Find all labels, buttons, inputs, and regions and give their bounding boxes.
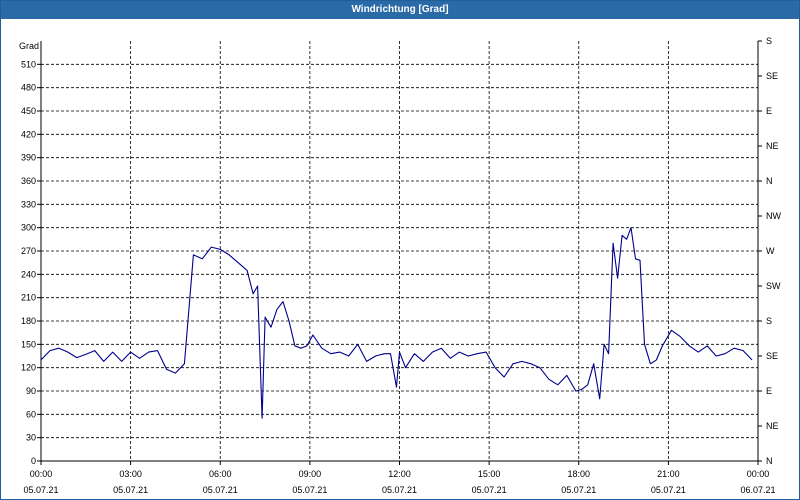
x-tick-date: 05.07.21 — [113, 485, 148, 495]
y-tick-label: 210 — [21, 293, 36, 303]
y2-tick-label: SW — [766, 281, 781, 291]
y2-tick-label: N — [766, 456, 773, 466]
y2-tick-label: NE — [766, 141, 779, 151]
y2-tick-label: SE — [766, 71, 778, 81]
y-tick-label: 390 — [21, 153, 36, 163]
y2-tick-label: SE — [766, 351, 778, 361]
y-tick-label: 450 — [21, 106, 36, 116]
window-title: Windrichtung [Grad] — [1, 1, 799, 19]
y2-tick-label: NW — [766, 211, 781, 221]
y2-tick-label: N — [766, 176, 773, 186]
wind-direction-chart: 0 30 60 90 120 150 180 210 240 270 300 330 360 390 420… — [19, 36, 781, 495]
y-tick-label: 30 — [26, 433, 36, 443]
y-tick-label: 330 — [21, 199, 36, 209]
x-tick-date: 05.07.21 — [651, 485, 686, 495]
x-tick-time: 00:00 — [30, 469, 53, 479]
y2-tick-label: W — [766, 246, 775, 256]
x-tick-time: 18:00 — [567, 469, 590, 479]
y-tick-label: 0 — [31, 456, 36, 466]
y-tick-label: 150 — [21, 339, 36, 349]
y-tick-label: 420 — [21, 129, 36, 139]
y2-tick-label: S — [766, 36, 772, 46]
y-tick-label: 180 — [21, 316, 36, 326]
x-tick-date: 05.07.21 — [472, 485, 507, 495]
y-tick-label: 300 — [21, 223, 36, 233]
y-axis-label: Grad — [19, 41, 39, 51]
x-tick-time: 09:00 — [299, 469, 322, 479]
chart-window: Windrichtung [Grad] 0 30 60 90 120 150 180 210 2… — [0, 0, 800, 500]
y2-tick-label: S — [766, 316, 772, 326]
x-tick-date: 05.07.21 — [203, 485, 238, 495]
y2-tick-label: NE — [766, 421, 779, 431]
x-tick-date: 05.07.21 — [382, 485, 417, 495]
y-tick-label: 510 — [21, 59, 36, 69]
x-tick-date: 05.07.21 — [561, 485, 596, 495]
x-tick-time: 00:00 — [747, 469, 770, 479]
y-tick-label: 480 — [21, 83, 36, 93]
x-tick-time: 15:00 — [478, 469, 501, 479]
x-tick-date: 05.07.21 — [292, 485, 327, 495]
x-tick-time: 21:00 — [657, 469, 680, 479]
x-tick-date: 06.07.21 — [740, 485, 775, 495]
y2-tick-label: E — [766, 386, 772, 396]
y-tick-label: 360 — [21, 176, 36, 186]
x-tick-time: 03:00 — [119, 469, 142, 479]
y-tick-label: 90 — [26, 386, 36, 396]
y-tick-label: 60 — [26, 409, 36, 419]
x-tick-date: 05.07.21 — [23, 485, 58, 495]
x-tick-time: 12:00 — [388, 469, 411, 479]
y-tick-label: 270 — [21, 246, 36, 256]
y2-tick-label: E — [766, 106, 772, 116]
y-tick-label: 120 — [21, 363, 36, 373]
x-tick-time: 06:00 — [209, 469, 232, 479]
y-tick-label: 240 — [21, 269, 36, 279]
